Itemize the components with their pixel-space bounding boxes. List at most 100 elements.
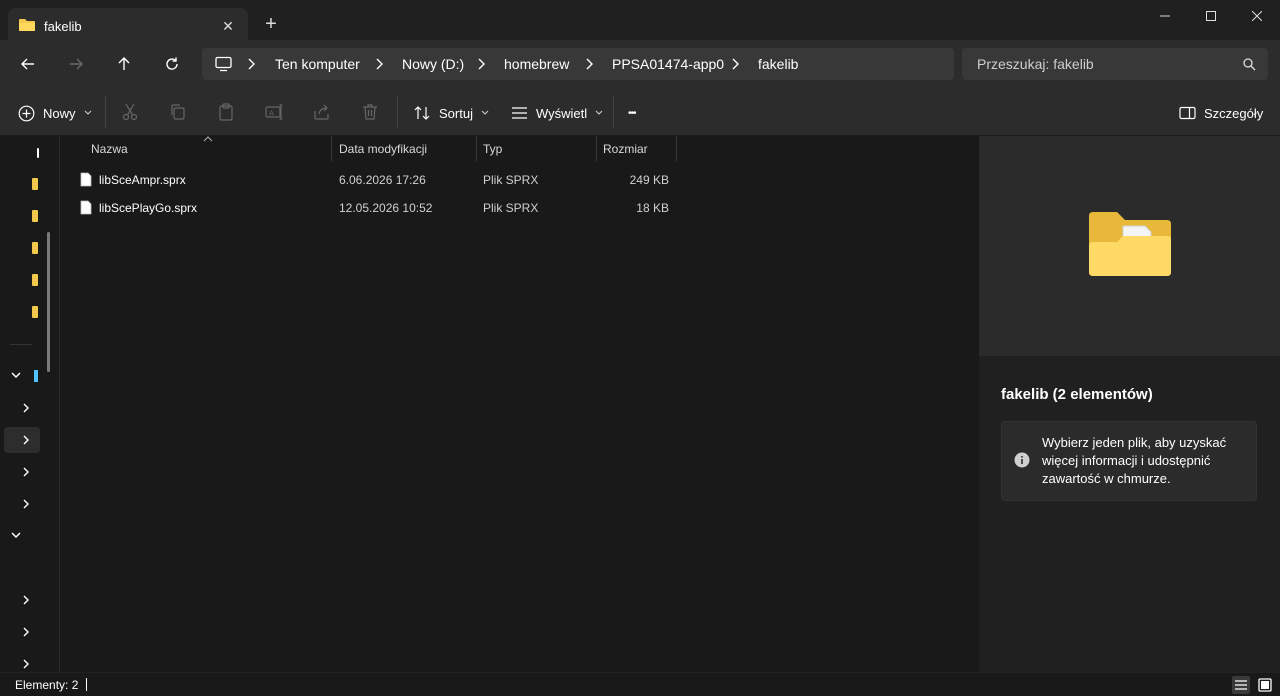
search-icon bbox=[1243, 58, 1256, 71]
table-row[interactable]: libScePlayGo.sprx 12.05.2026 10:52 Plik … bbox=[74, 195, 678, 221]
file-type: Plik SPRX bbox=[483, 173, 539, 187]
nav-item-expanded[interactable] bbox=[4, 363, 40, 389]
back-button[interactable] bbox=[13, 50, 43, 78]
view-list-icon bbox=[512, 107, 527, 119]
nav-item-selected[interactable] bbox=[4, 427, 40, 453]
column-header-modified[interactable]: Data modyfikacji bbox=[339, 136, 427, 162]
toolbar-divider bbox=[397, 96, 398, 128]
forward-button[interactable] bbox=[61, 50, 91, 78]
close-icon bbox=[1252, 11, 1262, 21]
sort-ascending-icon bbox=[203, 136, 213, 142]
maximize-button[interactable] bbox=[1188, 0, 1234, 32]
table-row[interactable]: libSceAmpr.sprx 6.06.2026 17:26 Plik SPR… bbox=[74, 167, 678, 193]
nav-scrollbar[interactable] bbox=[47, 232, 50, 372]
file-modified: 12.05.2026 10:52 bbox=[339, 201, 433, 215]
info-message: Wybierz jeden plik, aby uzyskać więcej i… bbox=[1042, 435, 1227, 486]
folder-icon[interactable] bbox=[32, 242, 38, 254]
more-options-button[interactable]: ••• bbox=[628, 100, 636, 126]
copy-icon[interactable] bbox=[168, 102, 188, 122]
file-icon bbox=[80, 172, 92, 187]
thumbnail-view-button[interactable] bbox=[1256, 676, 1274, 694]
chevron-right-icon bbox=[23, 435, 29, 445]
preview-area bbox=[979, 136, 1280, 356]
file-type: Plik SPRX bbox=[483, 201, 539, 215]
column-divider[interactable] bbox=[676, 136, 677, 161]
chevron-down-icon bbox=[481, 110, 489, 115]
nav-item[interactable] bbox=[4, 459, 40, 485]
folder-icon[interactable] bbox=[32, 210, 38, 222]
search-input[interactable]: Przeszukaj: fakelib bbox=[962, 48, 1268, 80]
details-view-icon bbox=[1235, 680, 1247, 690]
info-icon bbox=[1014, 452, 1030, 468]
computer-icon bbox=[215, 56, 232, 72]
arrow-up-icon bbox=[118, 57, 130, 70]
maximize-icon bbox=[1206, 11, 1216, 21]
chevron-down-icon bbox=[11, 532, 21, 539]
sort-button[interactable]: Sortuj bbox=[413, 100, 489, 126]
tab-close-button[interactable]: ✕ bbox=[218, 16, 238, 36]
paste-icon[interactable] bbox=[216, 102, 236, 122]
view-button[interactable]: Wyświetl bbox=[511, 100, 603, 126]
rename-icon[interactable]: A bbox=[264, 102, 284, 122]
chevron-right-icon bbox=[478, 58, 485, 70]
view-button-label: Wyświetl bbox=[536, 105, 588, 121]
nav-item-expanded[interactable] bbox=[4, 523, 40, 549]
breadcrumb-item-homebrew[interactable]: homebrew bbox=[504, 56, 569, 72]
minimize-icon bbox=[1160, 15, 1170, 17]
delete-icon[interactable] bbox=[360, 102, 380, 122]
folder-icon bbox=[1089, 212, 1171, 276]
refresh-icon bbox=[166, 57, 178, 70]
new-button[interactable]: Nowy bbox=[18, 100, 92, 126]
nav-item[interactable] bbox=[4, 491, 40, 517]
file-size: 18 KB bbox=[636, 201, 669, 215]
nav-item[interactable] bbox=[4, 587, 40, 613]
file-name: libScePlayGo.sprx bbox=[99, 201, 198, 215]
file-icon bbox=[80, 200, 92, 215]
minimize-button[interactable] bbox=[1142, 0, 1188, 32]
breadcrumb[interactable]: Ten komputer Nowy (D:) homebrew PPSA0147… bbox=[202, 48, 954, 80]
nav-item[interactable] bbox=[4, 619, 40, 645]
column-divider[interactable] bbox=[476, 136, 477, 161]
command-bar: Nowy A Sortuj Wyświetl ••• Szczegóły bbox=[0, 88, 1280, 136]
close-window-button[interactable] bbox=[1234, 0, 1280, 32]
breadcrumb-item-fakelib[interactable]: fakelib bbox=[758, 56, 798, 72]
details-title: fakelib (2 elementów) bbox=[1001, 386, 1153, 403]
cut-icon[interactable] bbox=[120, 102, 140, 122]
details-pane-button[interactable]: Szczegóły bbox=[1179, 100, 1263, 126]
breadcrumb-item-computer[interactable]: Ten komputer bbox=[275, 56, 360, 72]
toolbar-divider bbox=[105, 96, 106, 128]
column-header-type[interactable]: Typ bbox=[483, 136, 502, 162]
arrow-right-icon bbox=[70, 58, 83, 70]
svg-text:A: A bbox=[269, 110, 274, 118]
up-button[interactable] bbox=[109, 50, 139, 78]
home-icon[interactable] bbox=[37, 148, 39, 158]
new-tab-button[interactable]: + bbox=[258, 12, 284, 38]
refresh-button[interactable] bbox=[157, 50, 187, 78]
nav-item[interactable] bbox=[4, 395, 40, 421]
chevron-right-icon bbox=[23, 499, 29, 509]
column-divider[interactable] bbox=[331, 136, 332, 161]
navigation-pane bbox=[0, 136, 60, 672]
chevron-down-icon bbox=[84, 110, 91, 115]
chevron-right-icon bbox=[732, 58, 739, 70]
folder-icon bbox=[19, 19, 35, 31]
folder-icon[interactable] bbox=[32, 274, 38, 286]
chevron-right-icon bbox=[248, 58, 255, 70]
folder-icon[interactable] bbox=[32, 306, 38, 318]
column-header-size[interactable]: Rozmiar bbox=[603, 136, 648, 162]
tab-title: fakelib bbox=[44, 19, 82, 34]
file-list: Nazwa Data modyfikacji Typ Rozmiar libSc… bbox=[62, 136, 978, 672]
column-divider[interactable] bbox=[596, 136, 597, 161]
share-icon[interactable] bbox=[312, 102, 332, 122]
folder-icon[interactable] bbox=[32, 178, 38, 190]
chevron-right-icon bbox=[23, 659, 29, 669]
breadcrumb-item-app[interactable]: PPSA01474-app0 bbox=[612, 56, 724, 72]
plus-circle-icon bbox=[18, 105, 35, 121]
breadcrumb-item-drive[interactable]: Nowy (D:) bbox=[402, 56, 464, 72]
details-view-button[interactable] bbox=[1232, 676, 1250, 694]
status-bar: Elementy: 2 bbox=[0, 672, 1280, 696]
chevron-right-icon bbox=[586, 58, 593, 70]
info-card: Wybierz jeden plik, aby uzyskać więcej i… bbox=[1001, 421, 1257, 501]
column-header-name[interactable]: Nazwa bbox=[91, 136, 128, 162]
new-button-label: Nowy bbox=[43, 105, 76, 121]
